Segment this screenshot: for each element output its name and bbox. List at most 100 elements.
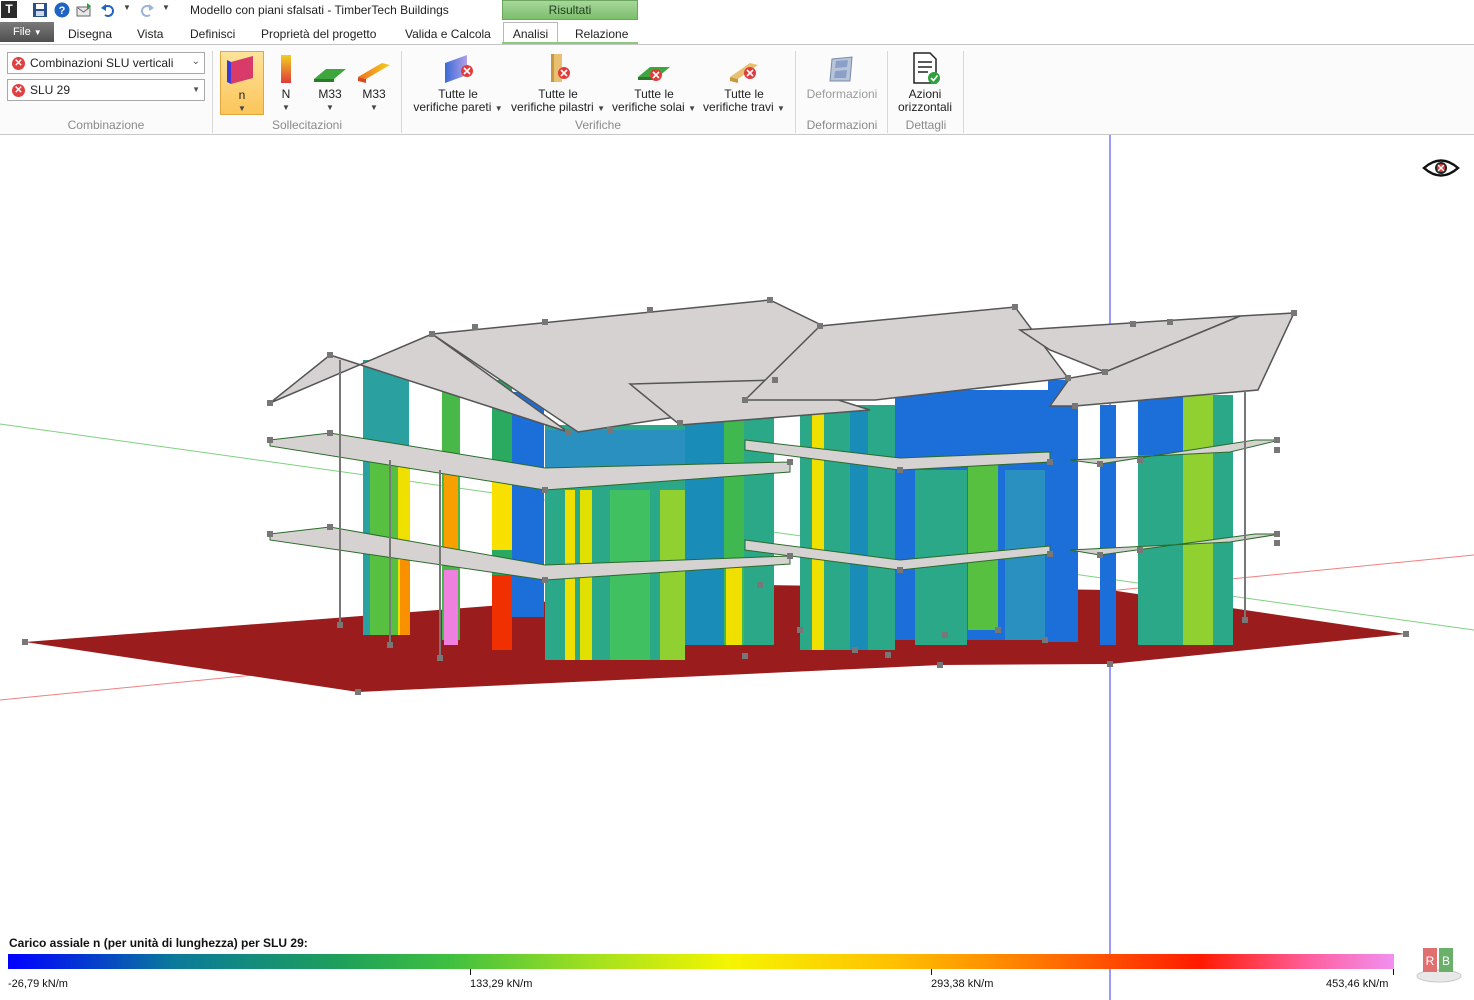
horizontal-actions-button[interactable]: Azioni orizzontali xyxy=(893,51,957,115)
wall-panel xyxy=(492,575,512,650)
wall-panel xyxy=(492,480,512,550)
model-node xyxy=(267,531,273,537)
stress-n-button[interactable]: n ▼ xyxy=(220,51,264,115)
model-node xyxy=(995,627,1001,633)
deformations-label: Deformazioni xyxy=(806,87,878,101)
model-node xyxy=(742,397,748,403)
model-node xyxy=(429,331,435,337)
wall-panel xyxy=(444,570,458,645)
model-node xyxy=(1274,531,1280,537)
dropdown-arrow-icon: ▼ xyxy=(688,104,696,113)
wall-panel xyxy=(740,400,774,645)
model-node xyxy=(355,689,361,695)
document-check-icon xyxy=(913,52,940,84)
deformations-button[interactable]: Deformazioni xyxy=(803,51,881,115)
save-icon[interactable] xyxy=(32,2,48,18)
svg-text:?: ? xyxy=(59,5,66,17)
verify-walls-line2: verifiche pareti xyxy=(413,100,492,114)
tab-disegna[interactable]: Disegna xyxy=(68,22,112,44)
model-node xyxy=(817,323,823,329)
legend-tick xyxy=(931,969,932,975)
publish-icon[interactable] xyxy=(76,2,92,18)
model-node xyxy=(897,567,903,573)
model-node xyxy=(542,319,548,325)
stress-M33-beam-button[interactable]: M33 ▼ xyxy=(355,51,393,115)
legend-tick-label-1: 133,29 kN/m xyxy=(470,978,533,990)
results-context-tab: Risultati xyxy=(502,0,638,20)
customize-quick-access-icon[interactable]: ▼ xyxy=(162,3,170,12)
model-node xyxy=(327,352,333,358)
tab-relazione[interactable]: Relazione xyxy=(575,22,628,44)
model-node xyxy=(327,524,333,530)
model-node xyxy=(647,307,653,313)
model-node xyxy=(852,647,858,653)
dropdown-arrow-icon: ▼ xyxy=(370,103,378,112)
verify-slabs-line2: verifiche solai xyxy=(612,100,685,114)
wall-panel xyxy=(660,490,685,660)
model-node xyxy=(267,437,273,443)
group-label-combinazione: Combinazione xyxy=(67,118,145,132)
beam-check-icon xyxy=(730,63,758,83)
dropdown-arrow-icon: ▼ xyxy=(192,85,200,94)
error-icon: ✕ xyxy=(12,84,25,97)
model-node xyxy=(267,400,273,406)
undo-dropdown-icon[interactable]: ▼ xyxy=(123,3,131,12)
wall-panel xyxy=(400,560,410,635)
chevron-down-icon: ▼ xyxy=(33,28,42,37)
model-node xyxy=(1047,459,1053,465)
legend-max-label: 453,46 kN/m xyxy=(1326,978,1389,990)
model-node xyxy=(1130,321,1136,327)
model-node xyxy=(1097,461,1103,467)
tab-definisci[interactable]: Definisci xyxy=(190,22,235,44)
model-node xyxy=(1107,661,1113,667)
stress-M33-slab-button[interactable]: M33 ▼ xyxy=(311,51,349,115)
group-separator xyxy=(795,51,796,133)
wall-panel xyxy=(1100,405,1116,645)
title-bar: T ? ▼ ▼ Modello con piani sfalsati - Tim… xyxy=(0,0,1474,21)
tab-valida-calcola[interactable]: Valida e Calcola xyxy=(405,22,491,44)
beam-moment-icon xyxy=(358,63,390,83)
dropdown-arrow-icon: ▼ xyxy=(777,104,785,113)
visibility-eye-icon[interactable] xyxy=(1422,157,1460,179)
model-node xyxy=(742,653,748,659)
chevron-down-icon: ⌄ xyxy=(191,56,200,67)
model-node xyxy=(1274,437,1280,443)
verify-walls-button[interactable]: Tutte le verifiche pareti ▼ xyxy=(410,51,506,115)
model-viewport-3d[interactable] xyxy=(0,135,1474,1000)
model-node xyxy=(1012,304,1018,310)
model-node xyxy=(387,642,393,648)
tab-analisi[interactable]: Analisi xyxy=(503,22,558,44)
wall-panel xyxy=(1183,395,1213,645)
help-icon[interactable]: ? xyxy=(54,2,70,18)
model-node xyxy=(897,467,903,473)
group-label-sollecitazioni: Sollecitazioni xyxy=(271,118,343,132)
wall-panel xyxy=(1048,380,1078,642)
model-node xyxy=(677,420,683,426)
verify-beams-button[interactable]: Tutte le verifiche travi ▼ xyxy=(701,51,787,115)
error-icon: ✕ xyxy=(12,57,25,70)
tab-proprieta-progetto[interactable]: Proprietà del progetto xyxy=(261,22,376,44)
wall-panel xyxy=(444,470,458,560)
legend-color-scale xyxy=(8,954,1394,969)
combination-type-select[interactable]: ✕ Combinazioni SLU verticali ⌄ xyxy=(7,52,205,74)
legend-tick xyxy=(470,969,471,975)
group-separator xyxy=(887,51,888,133)
combination-select[interactable]: ✕ SLU 29 ▼ xyxy=(7,79,205,101)
model-node xyxy=(1274,540,1280,546)
model-node xyxy=(767,297,773,303)
stress-N-button[interactable]: N ▼ xyxy=(270,51,302,115)
wall-stress-icon xyxy=(227,56,253,84)
model-node xyxy=(1242,617,1248,623)
column-stress-icon xyxy=(281,55,291,83)
file-menu-button[interactable]: File ▼ xyxy=(0,22,54,42)
tab-vista[interactable]: Vista xyxy=(137,22,163,44)
app-icon[interactable]: T xyxy=(1,1,17,18)
redo-icon[interactable] xyxy=(139,2,155,18)
model-node xyxy=(542,487,548,493)
undo-icon[interactable] xyxy=(100,2,116,18)
model-node xyxy=(1403,631,1409,637)
model-node xyxy=(1137,457,1143,463)
verify-slabs-button[interactable]: Tutte le verifiche solai ▼ xyxy=(611,51,697,115)
group-separator xyxy=(212,51,213,133)
verify-columns-button[interactable]: Tutte le verifiche pilastri ▼ xyxy=(509,51,607,115)
